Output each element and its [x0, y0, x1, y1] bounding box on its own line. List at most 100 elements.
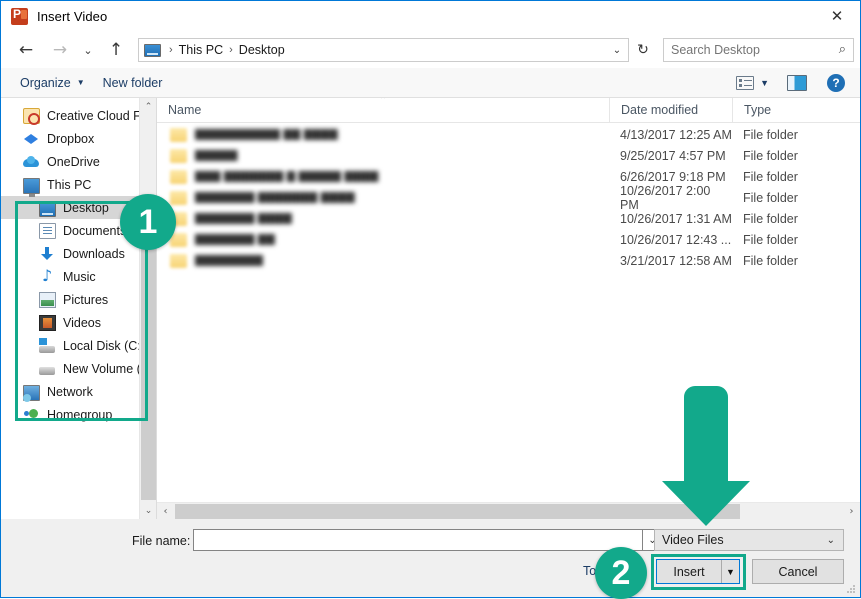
recent-locations-icon[interactable]: ⌄ — [79, 37, 97, 63]
sidebar-scrollbar[interactable]: ⌃ ⌄ — [139, 98, 156, 519]
dropbox-icon — [23, 131, 40, 147]
table-row[interactable]: ██████████ ██ ████ 4/13/2017 12:25 AM File… — [157, 124, 860, 145]
sidebar-item-creative-cloud-fil[interactable]: Creative Cloud Fil — [1, 104, 156, 127]
table-row[interactable]: ███████ ███████ ████ 10/26/2017 2:00 PM Fi… — [157, 184, 860, 212]
table-row[interactable]: ███ ███████ █ █████ ████ 6/26/2017 9:18 P… — [157, 166, 860, 187]
breadcrumb-separator: › — [169, 44, 173, 56]
sidebar-item-label: OneDrive — [47, 154, 100, 169]
network-icon — [23, 384, 40, 402]
column-label: Date modified — [621, 103, 699, 117]
sidebar-item-label: Dropbox — [47, 131, 95, 146]
type-cell: File folder — [743, 169, 798, 184]
file-name-cell: ███████ ██ — [195, 234, 275, 245]
organize-button[interactable]: Organize ▼ — [11, 71, 94, 95]
scrollbar-thumb[interactable] — [175, 504, 740, 519]
sidebar-item-this-pc[interactable]: This PC — [1, 173, 156, 197]
type-cell: File folder — [743, 190, 798, 205]
breadcrumb-this-pc[interactable]: This PC — [179, 43, 223, 57]
sidebar-item-onedrive[interactable]: OneDrive — [1, 150, 156, 173]
videos-icon — [39, 314, 56, 331]
scroll-up-icon[interactable]: ⌃ — [140, 98, 156, 115]
new-folder-button[interactable]: New folder — [94, 71, 172, 95]
preview-pane-icon[interactable] — [787, 74, 807, 91]
navigation-pane: Creative Cloud Fil Dropbox OneDrive This PC… — [1, 98, 156, 519]
horizontal-scrollbar[interactable]: ‹ › — [157, 502, 860, 519]
file-name-input[interactable] — [194, 530, 642, 550]
refresh-icon[interactable]: ↻ — [631, 38, 655, 62]
date-modified-cell: 3/21/2017 12:58 AM — [620, 253, 732, 268]
chevron-down-icon: ⌄ — [826, 534, 835, 546]
column-header-type[interactable]: Type — [732, 98, 860, 123]
homegroup-icon — [23, 407, 40, 423]
date-modified-cell: 4/13/2017 12:25 AM — [620, 127, 732, 142]
sidebar-item-label: Music — [63, 269, 96, 284]
downloads-icon — [39, 246, 56, 262]
column-header-date-modified[interactable]: Date modified — [609, 98, 732, 123]
scrollbar-thumb[interactable] — [141, 220, 156, 500]
insert-label: Insert — [673, 564, 705, 579]
local-disk-icon — [39, 337, 56, 354]
sidebar-item-dropbox[interactable]: Dropbox — [1, 127, 156, 150]
file-list-pane: Name ⌃ Date modified Type ██████████ ██ … — [157, 98, 860, 519]
music-icon — [39, 266, 56, 285]
file-name-label: File name: — [132, 534, 191, 548]
sidebar-item-network[interactable]: Network — [1, 380, 156, 403]
table-row[interactable]: █████ 9/25/2017 4:57 PM File folder — [157, 145, 860, 166]
sort-ascending-icon: ⌃ — [379, 98, 388, 106]
this-pc-icon — [23, 177, 40, 197]
command-bar-right: ▼ ? — [736, 73, 860, 92]
insert-button[interactable]: Insert ▼ — [656, 559, 740, 584]
date-modified-cell: 10/26/2017 12:43 ... — [620, 232, 732, 247]
annotation-badge-2: 2 — [595, 547, 647, 599]
help-icon[interactable]: ? — [827, 73, 845, 92]
table-row[interactable]: ███████ ████ 10/26/2017 1:31 AM File folde… — [157, 208, 860, 229]
chevron-down-icon[interactable]: ⌄ — [606, 39, 628, 61]
chevron-down-icon[interactable]: ▼ — [760, 78, 769, 88]
chevron-down-icon: ▼ — [76, 78, 85, 87]
file-name-field[interactable] — [193, 529, 643, 551]
resize-grip[interactable] — [846, 584, 856, 594]
command-bar: Organize ▼ New folder ▼ ? — [1, 68, 860, 98]
up-icon[interactable]: ↑ — [103, 37, 129, 63]
column-header-name[interactable]: Name ⌃ — [157, 98, 609, 123]
cancel-button[interactable]: Cancel — [752, 559, 844, 584]
file-name-cell: █████ — [195, 150, 238, 161]
type-cell: File folder — [743, 148, 798, 163]
insert-dropdown-icon[interactable]: ▼ — [721, 560, 739, 583]
search-input[interactable] — [671, 43, 831, 57]
sidebar-item-pictures[interactable]: Pictures — [1, 288, 156, 311]
sidebar-item-label: Desktop — [63, 200, 109, 215]
sidebar-item-label: Network — [47, 384, 93, 399]
forward-icon[interactable]: → — [47, 37, 73, 63]
close-icon[interactable]: ✕ — [814, 1, 860, 31]
desktop-icon — [39, 200, 56, 217]
sidebar-item-music[interactable]: Music — [1, 265, 156, 288]
back-icon[interactable]: ← — [13, 37, 39, 63]
search-box[interactable]: ⌕ — [663, 38, 854, 62]
table-row[interactable]: ████████ 3/21/2017 12:58 AM File folder — [157, 250, 860, 271]
table-row[interactable]: ███████ ██ 10/26/2017 12:43 ... File folde… — [157, 229, 860, 250]
this-pc-icon — [144, 43, 161, 57]
documents-icon — [39, 222, 56, 239]
organize-label: Organize — [20, 75, 71, 90]
scroll-left-icon[interactable]: ‹ — [157, 503, 174, 519]
date-modified-cell: 6/26/2017 9:18 PM — [620, 169, 726, 184]
scroll-down-icon[interactable]: ⌄ — [140, 502, 156, 519]
sidebar-item-label: Pictures — [63, 292, 109, 307]
sidebar-item-videos[interactable]: Videos — [1, 311, 156, 334]
folder-icon — [170, 190, 187, 205]
scroll-right-icon[interactable]: › — [843, 503, 860, 519]
sidebar-item-label: Creative Cloud Fil — [47, 108, 147, 123]
sidebar-item-homegroup[interactable]: Homegroup — [1, 403, 156, 426]
type-cell: File folder — [743, 211, 798, 226]
file-rows: ██████████ ██ ████ 4/13/2017 12:25 AM File… — [157, 124, 860, 491]
breadcrumb-desktop[interactable]: Desktop — [239, 43, 285, 57]
view-options-icon[interactable] — [736, 75, 755, 90]
sidebar-item-label: Videos — [63, 315, 101, 330]
date-modified-cell: 10/26/2017 1:31 AM — [620, 211, 732, 226]
sidebar-item-new-volume-e[interactable]: New Volume (E:) — [1, 357, 156, 380]
file-type-filter-dropdown[interactable]: Video Files ⌄ — [654, 529, 844, 551]
address-bar[interactable]: › This PC › Desktop ⌄ — [138, 38, 629, 62]
creative-cloud-icon — [23, 107, 40, 125]
sidebar-item-local-disk-c[interactable]: Local Disk (C:) — [1, 334, 156, 357]
